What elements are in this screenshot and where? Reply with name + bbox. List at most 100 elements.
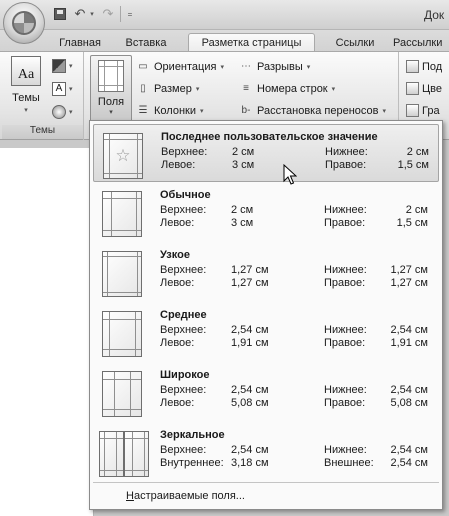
size-button[interactable]: ▯ Размер ▾	[136, 79, 199, 98]
watermark-button[interactable]: Под	[406, 57, 442, 76]
theme-effects-icon	[52, 105, 66, 119]
customize-quick-access-icon[interactable]: =	[124, 6, 136, 22]
margins-dropdown-menu: ☆ Последнее пользовательское значение Ве…	[89, 120, 443, 510]
margin-preset-moderate[interactable]: Среднее Верхнее: 2,54 см Нижнее: 2,54 см Ле…	[93, 303, 439, 361]
breaks-label: Разрывы	[257, 60, 303, 73]
left-margin-value: 5,08 см	[231, 397, 269, 409]
right-margin-value: 1,5 см	[396, 217, 428, 229]
page-margin-icon	[102, 371, 142, 417]
tab-page-layout[interactable]: Разметка страницы	[188, 33, 315, 52]
left-margin-value: 1,27 см	[231, 277, 269, 289]
size-icon: ▯	[140, 83, 146, 94]
right-margin-label: Правое:	[324, 337, 366, 349]
document-page[interactable]	[0, 148, 94, 516]
left-margin-label: Левое:	[161, 159, 196, 171]
tab-insert[interactable]: Вставка	[115, 33, 177, 52]
page-borders-button[interactable]: Гра	[406, 101, 440, 120]
themes-button-label: Темы	[12, 92, 40, 104]
preset-title: Узкое	[160, 249, 190, 261]
undo-dropdown-icon[interactable]: ▾	[88, 6, 96, 22]
top-margin-label: Верхнее:	[160, 384, 207, 396]
left-margin-value: 3 см	[232, 159, 255, 171]
hyphenation-button[interactable]: b- Расстановка переносов ▾	[239, 101, 386, 120]
breaks-icon: ⋯	[241, 61, 251, 72]
tab-home[interactable]: Главная	[52, 33, 108, 52]
chevron-down-icon: ▾	[24, 107, 28, 114]
themes-button[interactable]: Aa Темы ▾	[8, 56, 44, 122]
chevron-down-icon: ▾	[69, 109, 73, 116]
preset-title: Широкое	[160, 369, 210, 381]
page-color-button[interactable]: Цве	[406, 79, 442, 98]
top-margin-label: Верхнее:	[161, 146, 208, 158]
margin-preset-mirrored[interactable]: Зеркальное Верхнее: 2,54 см Нижнее: 2,54 см…	[93, 423, 439, 481]
bottom-margin-value: 2 см	[405, 204, 428, 216]
right-margin-label: Правое:	[324, 277, 366, 289]
top-margin-label: Верхнее:	[160, 444, 207, 456]
themes-group-label: Темы	[2, 125, 83, 139]
chevron-down-icon: ▾	[306, 63, 311, 71]
right-margin-label: Правое:	[325, 159, 367, 171]
breaks-button[interactable]: ⋯ Разрывы ▾	[239, 57, 310, 76]
undo-icon[interactable]: ↶	[72, 6, 88, 22]
margin-preset-narrow[interactable]: Узкое Верхнее: 1,27 см Нижнее: 1,27 см Лево…	[93, 243, 439, 301]
bottom-margin-label: Нижнее:	[324, 204, 367, 216]
theme-fonts-button[interactable]: A ▾	[52, 81, 78, 97]
mouse-cursor-icon	[283, 164, 297, 185]
bottom-margin-label: Нижнее:	[325, 146, 368, 158]
chevron-down-icon: ▾	[195, 85, 200, 93]
redo-icon[interactable]: ↷	[100, 6, 116, 22]
mirrored-pages-icon	[99, 431, 149, 477]
page-margin-icon: ☆	[103, 133, 143, 179]
bottom-margin-label: Нижнее:	[324, 264, 367, 276]
inside-margin-value: 3,18 см	[231, 457, 269, 469]
orientation-label: Ориентация	[154, 60, 217, 73]
orientation-button[interactable]: ▭ Ориентация ▾	[136, 57, 224, 76]
tab-references[interactable]: Ссылки	[325, 33, 385, 52]
preset-title: Последнее пользовательское значение	[161, 131, 378, 143]
chevron-down-icon: ▾	[69, 86, 73, 93]
top-margin-value: 2 см	[232, 146, 255, 158]
right-margin-label: Правое:	[324, 217, 366, 229]
line-numbers-button[interactable]: ≡ Номера строк ▾	[239, 79, 335, 98]
tab-mailings[interactable]: Рассылки	[393, 33, 449, 52]
custom-margins-label: астраиваемые поля...	[133, 490, 245, 502]
preset-title: Среднее	[160, 309, 207, 321]
office-button[interactable]	[3, 2, 45, 44]
margin-preset-normal[interactable]: Обычное Верхнее: 2 см Нижнее: 2 см Левое: 3 …	[93, 183, 439, 241]
outside-margin-value: 2,54 см	[390, 457, 428, 469]
bottom-margin-label: Нижнее:	[324, 324, 367, 336]
theme-colors-button[interactable]: ▾	[52, 58, 78, 74]
margins-button[interactable]: Поля ▾	[90, 55, 132, 123]
left-margin-label: Левое:	[160, 397, 195, 409]
margins-icon	[98, 60, 124, 92]
watermark-icon	[406, 60, 419, 73]
bottom-margin-value: 2,54 см	[390, 324, 428, 336]
quick-access-separator	[120, 6, 121, 22]
margin-preset-wide[interactable]: Широкое Верхнее: 2,54 см Нижнее: 2,54 см Ле…	[93, 363, 439, 421]
orientation-icon: ▭	[138, 61, 148, 72]
themes-group: Aa Темы ▾ ▾ A ▾ ▾ Темы	[2, 52, 84, 140]
page-color-icon	[406, 82, 419, 95]
office-logo-icon	[12, 11, 36, 35]
top-margin-value: 2 см	[231, 204, 254, 216]
theme-colors-icon	[52, 59, 66, 73]
page-borders-label: Гра	[422, 104, 440, 117]
right-margin-value: 1,91 см	[390, 337, 428, 349]
star-icon: ☆	[115, 146, 131, 165]
size-label: Размер	[154, 82, 192, 95]
title-bar: ↶ ▾ ↷ = Док	[0, 0, 449, 30]
theme-effects-button[interactable]: ▾	[52, 104, 78, 120]
chevron-down-icon: ▾	[199, 107, 204, 115]
top-margin-value: 2,54 см	[231, 324, 269, 336]
theme-fonts-icon: A	[52, 82, 66, 96]
left-margin-label: Левое:	[160, 337, 195, 349]
preset-title: Обычное	[160, 189, 211, 201]
chevron-down-icon: ▾	[69, 63, 73, 70]
margin-preset-last-custom[interactable]: ☆ Последнее пользовательское значение Ве…	[93, 124, 439, 182]
top-margin-value: 1,27 см	[231, 264, 269, 276]
custom-margins-item[interactable]: Настраиваемые поля...	[93, 485, 439, 507]
watermark-label: Под	[422, 60, 443, 73]
page-color-label: Цве	[422, 82, 442, 95]
save-icon[interactable]	[52, 6, 68, 22]
columns-button[interactable]: ☰ Колонки ▾	[136, 101, 204, 120]
